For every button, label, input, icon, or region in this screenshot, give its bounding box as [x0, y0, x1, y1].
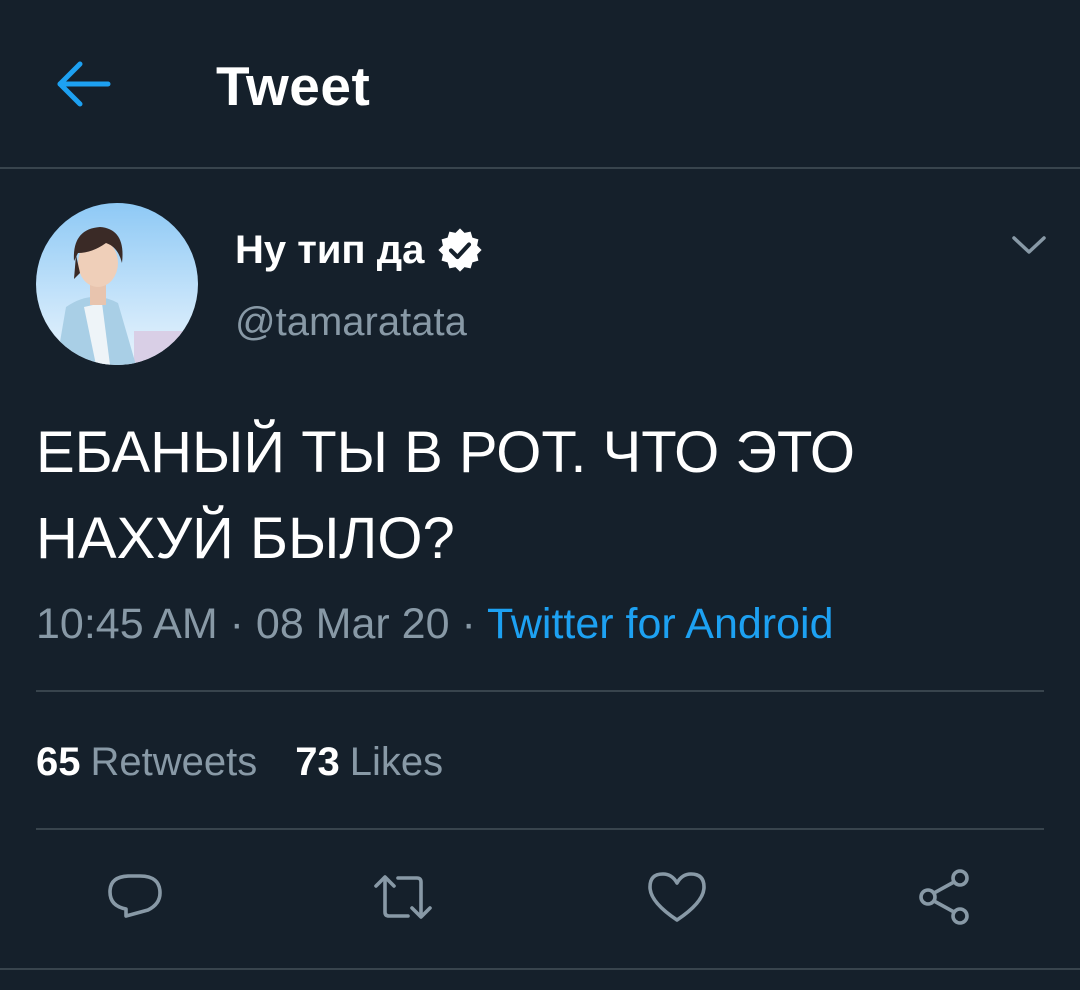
page-title: Tweet	[216, 55, 371, 117]
arrow-left-icon	[57, 61, 111, 107]
divider	[36, 828, 1044, 830]
avatar-photo	[36, 203, 198, 365]
meta-separator: ·	[449, 600, 487, 648]
more-options-button[interactable]	[1008, 228, 1050, 264]
share-icon	[919, 869, 969, 925]
verified-badge-icon	[438, 228, 482, 272]
retweets-label: Retweets	[90, 740, 258, 784]
author-name-row[interactable]: Ну тип да	[235, 222, 482, 278]
avatar[interactable]	[36, 203, 198, 365]
display-name: Ну тип да	[235, 228, 425, 272]
retweets-count: 65	[36, 740, 81, 784]
tweet-text: ЕБАНЫЙ ТЫ В РОТ. ЧТО ЭТО НАХУЙ БЫЛО?	[36, 420, 855, 571]
retweet-button[interactable]	[372, 866, 434, 928]
divider	[0, 968, 1080, 970]
back-button[interactable]	[52, 56, 116, 112]
tweet-date: 08 Mar 20	[255, 600, 450, 648]
likes-count: 73	[295, 740, 340, 784]
tweet-time: 10:45 AM	[36, 600, 218, 648]
tweet-detail-screen: Tweet Ну тип да @tamaratata ЕБАНЫЙ ТЫ В …	[0, 0, 1080, 990]
chevron-down-icon	[1012, 236, 1046, 254]
divider	[36, 690, 1044, 692]
retweets-stat[interactable]: 65 Retweets	[36, 738, 257, 786]
tweet-source-link[interactable]: Twitter for Android	[487, 600, 834, 648]
reply-button[interactable]	[104, 866, 166, 928]
likes-stat[interactable]: 73 Likes	[295, 738, 443, 786]
tweet-stats: 65 Retweets 73 Likes	[36, 738, 481, 786]
reply-icon	[108, 874, 162, 918]
tweet-meta: 10:45 AM · 08 Mar 20 · Twitter for Andro…	[36, 598, 834, 650]
top-bar: Tweet	[0, 0, 1080, 169]
likes-label: Likes	[349, 740, 444, 784]
share-button[interactable]	[914, 866, 976, 928]
retweet-icon	[374, 875, 432, 919]
author-handle[interactable]: @tamaratata	[235, 298, 467, 346]
meta-separator: ·	[217, 600, 256, 648]
like-button[interactable]	[646, 866, 708, 928]
heart-icon	[648, 872, 706, 922]
